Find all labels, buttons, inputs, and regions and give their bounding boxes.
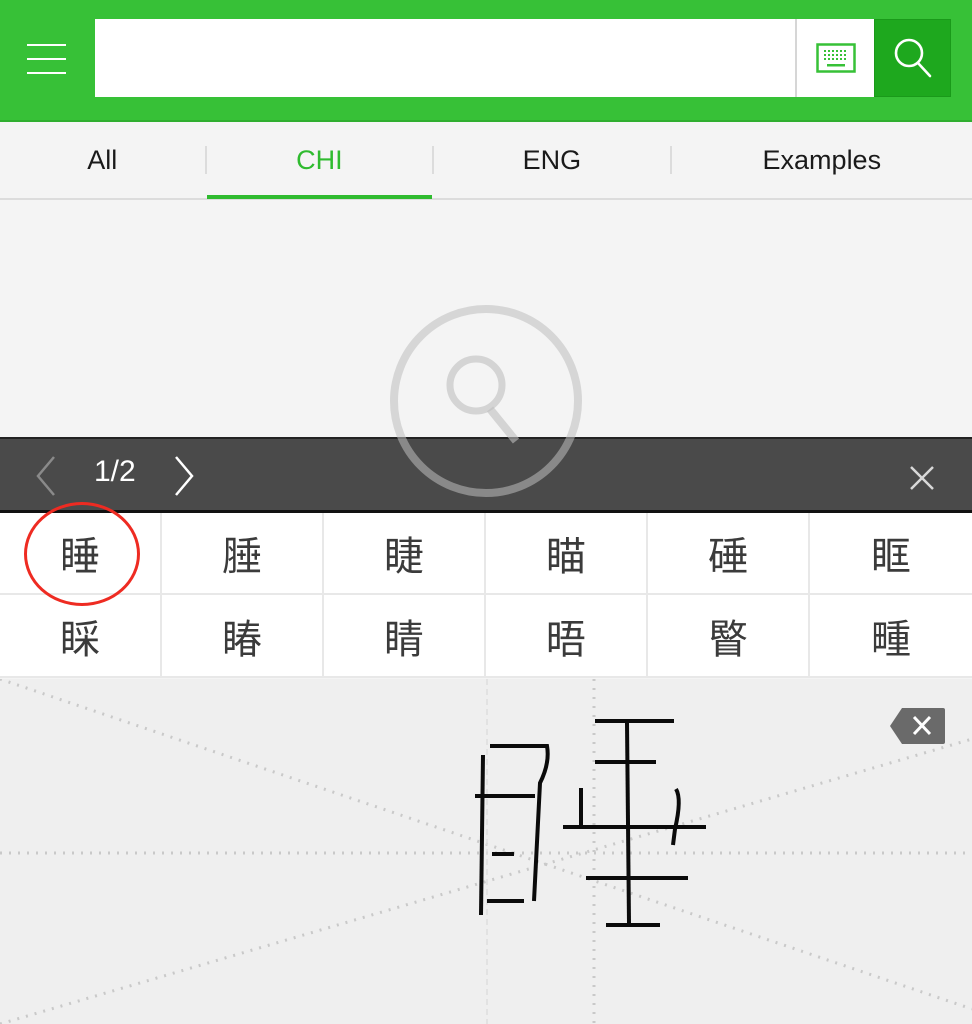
menu-button[interactable] — [18, 30, 76, 88]
close-icon — [910, 466, 934, 490]
results-area — [0, 200, 972, 438]
handwriting-pad[interactable] — [0, 679, 972, 1024]
candidate-toolbar: 1/2 — [0, 437, 972, 513]
candidate-cell[interactable]: 眶 — [810, 513, 972, 595]
candidate-cell[interactable]: 畽 — [810, 595, 972, 678]
candidate-cell[interactable]: 睛 — [324, 595, 486, 678]
top-bar — [0, 0, 972, 122]
keyboard-icon — [815, 43, 856, 73]
candidate-cell[interactable]: 睬 — [0, 595, 162, 678]
candidate-cell[interactable]: 睫 — [324, 513, 486, 595]
keyboard-toggle-button[interactable] — [795, 19, 874, 97]
backspace-button[interactable] — [888, 707, 946, 745]
tab-bar: All CHI ENG Examples — [0, 122, 972, 200]
guide-diagonal — [0, 737, 972, 1024]
guide-diagonal — [0, 679, 972, 1011]
candidate-cell[interactable]: 睯 — [648, 595, 810, 678]
candidate-cell[interactable]: 瞄 — [486, 513, 648, 595]
page-indicator: 1/2 — [94, 455, 136, 488]
tab-examples[interactable]: Examples — [672, 122, 972, 198]
search-button[interactable] — [874, 19, 951, 97]
tab-all[interactable]: All — [0, 122, 205, 198]
app-root: All CHI ENG Examples 1/2 睡 腄 睫 瞄 硾 眶 睬 睶… — [0, 0, 972, 1024]
prev-page-button[interactable] — [30, 453, 66, 499]
handwritten-strokes — [475, 719, 706, 927]
backspace-icon — [890, 708, 945, 744]
hamburger-line — [27, 58, 66, 60]
candidate-cell[interactable]: 腄 — [162, 513, 324, 595]
search-icon — [894, 38, 931, 78]
tab-chi[interactable]: CHI — [206, 122, 433, 199]
candidate-grid: 睡 腄 睫 瞄 硾 眶 睬 睶 睛 晤 睯 畽 — [0, 513, 972, 678]
chevron-right-icon — [175, 456, 194, 496]
tab-eng[interactable]: ENG — [434, 122, 670, 198]
hamburger-line — [27, 72, 66, 74]
candidate-cell[interactable]: 睶 — [162, 595, 324, 678]
candidate-cell[interactable]: 晤 — [486, 595, 648, 678]
hamburger-menu-icon — [27, 44, 66, 46]
candidate-cell[interactable]: 睡 — [0, 513, 162, 595]
chevron-left-icon — [36, 456, 55, 496]
handwriting-canvas — [0, 679, 972, 1024]
candidate-cell[interactable]: 硾 — [648, 513, 810, 595]
close-candidates-button[interactable] — [898, 457, 946, 499]
next-page-button[interactable] — [166, 453, 202, 499]
search-input[interactable] — [95, 19, 795, 97]
